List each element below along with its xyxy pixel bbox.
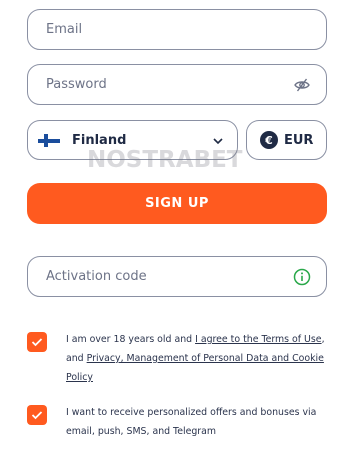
terms-checkbox[interactable] (27, 332, 47, 352)
offers-consent-row: I want to receive personalized offers an… (27, 403, 327, 441)
currency-code: EUR (284, 132, 314, 148)
currency-select[interactable]: € EUR (246, 120, 327, 160)
email-field[interactable] (27, 9, 327, 50)
terms-text: I am over 18 years old and I agree to th… (66, 330, 327, 387)
checkmark-icon (31, 338, 43, 347)
password-field[interactable] (27, 64, 327, 105)
sign-up-button[interactable]: SIGN UP (27, 183, 327, 224)
terms-of-use-link[interactable]: I agree to the Terms of Use (195, 334, 321, 345)
password-input[interactable] (46, 77, 292, 92)
info-icon[interactable] (292, 267, 312, 287)
checkmark-icon (31, 411, 43, 420)
privacy-policy-link[interactable]: Privacy, Management of Personal Data and… (66, 353, 324, 383)
country-label: Finland (72, 132, 127, 148)
terms-consent-row: I am over 18 years old and I agree to th… (27, 330, 327, 387)
eye-slash-icon[interactable] (292, 75, 312, 95)
offers-checkbox[interactable] (27, 405, 47, 425)
chevron-down-icon (211, 133, 225, 147)
country-select[interactable]: Finland (27, 120, 238, 160)
email-input[interactable] (46, 22, 312, 37)
terms-text-1: I am over 18 years old and (66, 334, 196, 345)
finland-flag-icon (38, 133, 60, 147)
activation-code-field[interactable] (27, 256, 327, 297)
euro-icon: € (260, 131, 278, 149)
activation-code-input[interactable] (46, 269, 292, 284)
offers-text: I want to receive personalized offers an… (66, 407, 317, 437)
